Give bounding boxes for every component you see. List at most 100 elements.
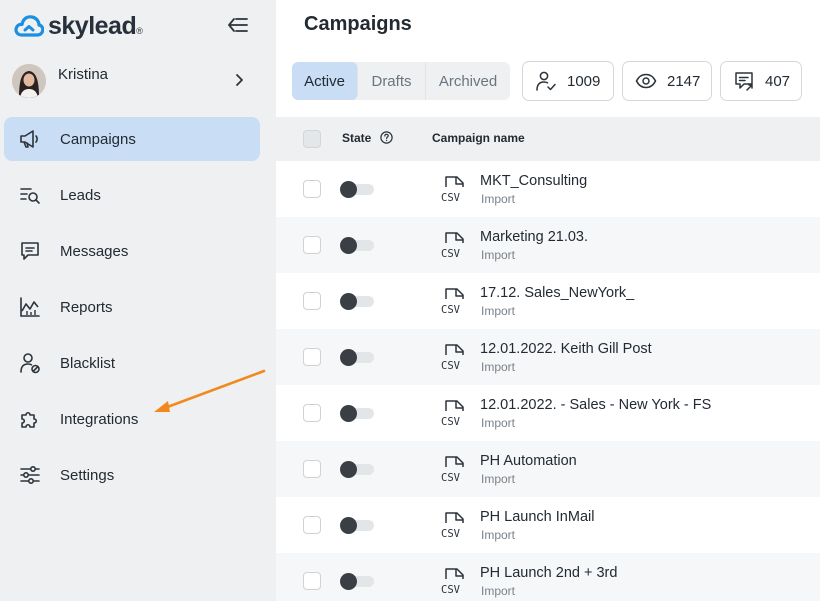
puzzle-icon — [21, 411, 38, 428]
avatar — [12, 64, 46, 98]
help-icon[interactable] — [380, 131, 393, 144]
svg-text:CSV: CSV — [441, 528, 461, 540]
collapse-sidebar-button[interactable] — [226, 14, 250, 36]
row-checkbox[interactable] — [303, 180, 321, 198]
sidebar-item-label: Messages — [60, 242, 129, 260]
campaign-name[interactable]: MKT_Consulting — [480, 173, 587, 189]
state-toggle[interactable] — [340, 293, 376, 310]
table-row[interactable]: CSV PH Automation Import — [276, 441, 820, 497]
campaign-name[interactable]: PH Automation — [480, 453, 577, 469]
column-header-campaign-name[interactable]: Campaign name — [432, 131, 525, 145]
svg-text:CSV: CSV — [441, 360, 461, 372]
tab-active[interactable]: Active — [292, 62, 358, 100]
state-toggle[interactable] — [340, 517, 376, 534]
svg-text:CSV: CSV — [441, 248, 461, 260]
table-row[interactable]: CSV 12.01.2022. - Sales - New York - FS … — [276, 385, 820, 441]
sliders-icon — [20, 465, 40, 485]
sidebar-item-label: Leads — [60, 186, 101, 204]
csv-file-icon: CSV — [441, 176, 464, 204]
leads-search-icon — [20, 188, 40, 204]
row-checkbox[interactable] — [303, 572, 321, 590]
table-row[interactable]: CSV Marketing 21.03. Import — [276, 217, 820, 273]
sidebar-item-settings[interactable]: Settings — [4, 453, 260, 497]
logo[interactable]: skylead ® — [14, 10, 143, 42]
stat-value: 1009 — [567, 72, 601, 90]
sidebar-item-integrations[interactable]: Integrations — [4, 397, 260, 441]
campaign-name[interactable]: 12.01.2022. - Sales - New York - FS — [480, 397, 711, 413]
row-checkbox[interactable] — [303, 516, 321, 534]
csv-file-icon: CSV — [441, 568, 464, 596]
column-header-state[interactable]: State — [342, 131, 371, 145]
campaign-source: Import — [481, 472, 516, 486]
reply-message-icon — [735, 72, 753, 91]
sidebar-item-campaigns[interactable]: Campaigns — [4, 117, 260, 161]
row-checkbox[interactable] — [303, 236, 321, 254]
app-window: skylead ® Kristina Campaigns Leads Messa… — [0, 0, 820, 601]
svg-text:CSV: CSV — [441, 304, 461, 316]
row-checkbox[interactable] — [303, 460, 321, 478]
stat-value: 407 — [765, 72, 791, 90]
row-checkbox[interactable] — [303, 348, 321, 366]
row-checkbox[interactable] — [303, 404, 321, 422]
sidebar-item-reports[interactable]: Reports — [4, 285, 260, 329]
svg-text:CSV: CSV — [441, 192, 461, 204]
table-row[interactable]: CSV 12.01.2022. Keith Gill Post Import — [276, 329, 820, 385]
tab-archived[interactable]: Archived — [426, 62, 510, 100]
cloud-logo-icon — [14, 15, 44, 37]
campaign-name[interactable]: PH Launch InMail — [480, 509, 594, 525]
state-toggle[interactable] — [340, 181, 376, 198]
campaign-source: Import — [481, 248, 516, 262]
campaign-name[interactable]: PH Launch 2nd + 3rd — [480, 565, 617, 581]
state-toggle[interactable] — [340, 573, 376, 590]
csv-file-icon: CSV — [441, 512, 464, 540]
csv-file-icon: CSV — [441, 400, 464, 428]
campaign-name[interactable]: 12.01.2022. Keith Gill Post — [480, 341, 652, 357]
sidebar-item-label: Campaigns — [60, 130, 136, 148]
user-blocked-icon — [20, 353, 40, 374]
sidebar-item-blacklist[interactable]: Blacklist — [4, 341, 260, 385]
chevron-right-icon — [236, 74, 243, 86]
state-toggle[interactable] — [340, 237, 376, 254]
eye-icon — [635, 73, 657, 89]
stat-value: 2147 — [667, 72, 701, 90]
stat-connections[interactable]: 1009 — [522, 61, 614, 101]
avatar-photo-icon — [12, 64, 46, 98]
csv-file-icon: CSV — [441, 232, 464, 260]
chart-icon — [20, 297, 40, 317]
state-toggle[interactable] — [340, 349, 376, 366]
campaign-source: Import — [481, 304, 516, 318]
profile-menu[interactable]: Kristina — [12, 62, 260, 100]
state-toggle[interactable] — [340, 461, 376, 478]
stat-replies[interactable]: 407 — [720, 61, 802, 101]
campaign-source: Import — [481, 192, 516, 206]
svg-text:CSV: CSV — [441, 416, 461, 428]
brand-name: skylead — [48, 11, 137, 40]
sidebar-item-leads[interactable]: Leads — [4, 173, 260, 217]
campaign-tabs: Active Drafts Archived — [292, 62, 510, 100]
tab-drafts[interactable]: Drafts — [358, 62, 426, 100]
table-row[interactable]: CSV PH Launch InMail Import — [276, 497, 820, 553]
campaign-source: Import — [481, 584, 516, 598]
campaign-name[interactable]: 17.12. Sales_NewYork_ — [480, 285, 634, 301]
sidebar-item-label: Reports — [60, 298, 113, 316]
table-row[interactable]: CSV MKT_Consulting Import — [276, 161, 820, 217]
state-toggle[interactable] — [340, 405, 376, 422]
sidebar: skylead ® Kristina Campaigns Leads Messa… — [0, 0, 276, 601]
sidebar-item-messages[interactable]: Messages — [4, 229, 260, 273]
sidebar-item-label: Blacklist — [60, 354, 116, 372]
sidebar-item-label: Integrations — [60, 410, 139, 428]
csv-file-icon: CSV — [441, 344, 464, 372]
row-checkbox[interactable] — [303, 292, 321, 310]
table-header: State Campaign name — [276, 117, 820, 161]
select-all-checkbox[interactable] — [303, 130, 321, 148]
megaphone-icon — [20, 130, 38, 148]
csv-file-icon: CSV — [441, 288, 464, 316]
table-row[interactable]: CSV PH Launch 2nd + 3rd Import — [276, 553, 820, 601]
campaign-name[interactable]: Marketing 21.03. — [480, 229, 588, 245]
brand-registered-mark: ® — [136, 26, 143, 36]
table-row[interactable]: CSV 17.12. Sales_NewYork_ Import — [276, 273, 820, 329]
stat-views[interactable]: 2147 — [622, 61, 712, 101]
main-content: Campaigns Active Drafts Archived 1009 21… — [276, 0, 820, 601]
profile-name: Kristina — [58, 66, 109, 83]
campaign-source: Import — [481, 360, 516, 374]
